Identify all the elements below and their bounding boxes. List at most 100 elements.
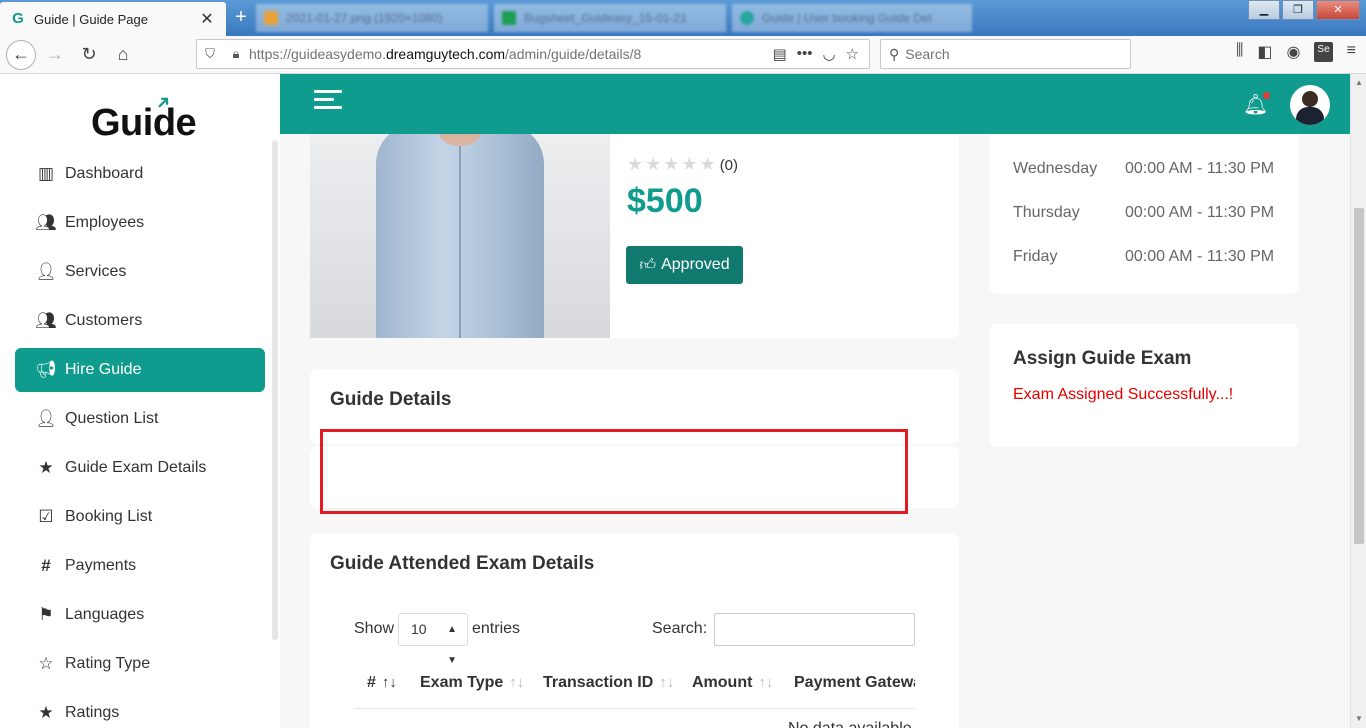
sort-icon: ↑↓ — [509, 674, 525, 691]
site-favicon-icon: G — [12, 10, 24, 27]
menu-icon[interactable]: ≡ — [1347, 42, 1356, 62]
user-tie-icon: 👤︎ — [35, 262, 57, 281]
approved-button[interactable]: 👍︎ Approved — [626, 246, 743, 284]
close-window-button[interactable]: ✕ — [1316, 0, 1360, 20]
users-icon: 👥︎ — [35, 213, 57, 232]
selenium-extension-icon[interactable]: Se — [1314, 42, 1333, 62]
new-tab-button[interactable]: + — [230, 6, 252, 28]
home-button[interactable]: ⌂ — [108, 40, 138, 70]
empty-table-message: No data available — [788, 720, 912, 728]
search-icon: ⚲ — [889, 45, 900, 62]
forward-button[interactable]: → — [40, 40, 70, 70]
scroll-down-icon[interactable]: ▼ — [1355, 714, 1363, 723]
sidebar-item-booking-list[interactable]: ☑ Booking List — [15, 495, 265, 539]
avatar[interactable] — [1290, 85, 1330, 125]
scroll-up-icon[interactable]: ▲ — [1355, 78, 1363, 87]
user-icon: 👤︎ — [35, 409, 57, 428]
show-label: Show — [354, 620, 395, 637]
sidebar-item-rating-type[interactable]: ☆ Rating Type — [15, 642, 265, 686]
url-text[interactable]: https://guideasydemo.dreamguytech.com/ad… — [249, 46, 773, 62]
users-icon: 👥︎ — [35, 311, 57, 330]
tab-title: Guide | Guide Page — [34, 11, 148, 27]
flag-icon: ⚑ — [38, 605, 54, 624]
close-tab-icon[interactable]: ✕ — [198, 9, 216, 29]
lock-icon[interactable]: 🔒︎ — [223, 46, 249, 62]
sort-icon: ↑↓ — [659, 674, 675, 691]
table-search-input[interactable] — [714, 613, 915, 646]
select-caret-icon: ▲ ▼ — [447, 624, 457, 666]
tab-favicon-icon — [740, 11, 754, 25]
account-icon[interactable]: ◉ — [1286, 42, 1300, 62]
minimize-button[interactable]: ▁ — [1248, 0, 1280, 20]
sidebar-item-payments[interactable]: # Payments — [15, 544, 265, 588]
sidebar-item-ratings[interactable]: ★ Ratings — [15, 691, 265, 728]
library-icon[interactable]: ⫼ — [1236, 42, 1243, 62]
column-header-payment-gateway[interactable]: Payment Gatewa — [794, 674, 915, 692]
sort-icon: ↑↓ — [381, 674, 397, 691]
sidebar-item-hire-guide[interactable]: 📢︎ Hire Guide — [15, 348, 265, 392]
sidebar-item-guide-exam-details[interactable]: ★ Guide Exam Details — [15, 446, 265, 490]
reader-view-icon[interactable]: ▤ — [773, 45, 787, 63]
back-button[interactable]: ← — [6, 39, 36, 70]
sidebar-item-dashboard[interactable]: ▥ Dashboard — [15, 152, 265, 196]
search-placeholder: Search — [905, 46, 950, 62]
entries-label: entries — [472, 620, 521, 637]
rating-stars: ★★★★★ (0) — [627, 154, 739, 174]
browser-tab-active[interactable]: G Guide | Guide Page ✕ — [0, 2, 226, 36]
sidebar-toggle-icon[interactable]: ◧ — [1257, 42, 1272, 62]
guide-price: $500 — [627, 182, 703, 220]
notification-dot — [1263, 92, 1271, 99]
tab-favicon-icon — [264, 11, 278, 25]
header-bar: 🔔︎ — [280, 74, 1366, 134]
page-scrollbar[interactable]: ▲ ▼ — [1350, 74, 1366, 728]
assign-exam-title: Assign Guide Exam — [1013, 348, 1192, 369]
thumbs-up-icon: 👍︎ — [639, 256, 657, 274]
menu-toggle-icon[interactable] — [314, 90, 342, 116]
columns-icon: ▥ — [37, 164, 55, 183]
column-header-exam-type[interactable]: Exam Type ↑↓ — [420, 674, 524, 692]
rating-count: (0) — [719, 157, 739, 174]
schedule-row: Friday 00:00 AM - 11:30 PM — [1013, 248, 1275, 265]
sort-icon: ↑↓ — [758, 674, 774, 691]
calendar-check-icon: ☑ — [38, 507, 54, 526]
attended-exams-title: Guide Attended Exam Details — [330, 553, 595, 574]
page-viewport: Guide ➜ ▥ Dashboard 👥︎ Employees 👤︎ Serv… — [0, 74, 1366, 728]
success-message: Exam Assigned Successfully...! — [1013, 386, 1234, 403]
bookmark-star-icon[interactable]: ☆ — [846, 45, 859, 63]
star-half-icon: ☆ — [38, 654, 54, 673]
highlight-box — [320, 429, 908, 514]
guide-logo[interactable]: Guide — [91, 102, 197, 145]
browser-tab-1[interactable]: 2021-01-27.png (1920×1080) — [256, 4, 488, 32]
column-header-index[interactable]: # ↑↓ — [367, 674, 397, 692]
sidebar-item-customers[interactable]: 👥︎ Customers — [15, 299, 265, 343]
sidebar-item-languages[interactable]: ⚑ Languages — [15, 593, 265, 637]
notification-bell-icon[interactable]: 🔔︎ — [1243, 92, 1271, 117]
search-bar[interactable]: ⚲ Search — [880, 39, 1131, 69]
sidebar-item-employees[interactable]: 👥︎ Employees — [15, 201, 265, 245]
sidebar-scrollbar[interactable] — [272, 140, 278, 640]
hashtag-icon: # — [41, 556, 51, 575]
page-actions-icon[interactable]: ••• — [797, 45, 813, 63]
sidebar-item-question-list[interactable]: 👤︎ Question List — [15, 397, 265, 441]
browser-nav-bar: ← → ↻ ⌂ ⛉ 🔒︎ https://guideasydemo.dreamg… — [0, 36, 1366, 74]
maximize-button[interactable]: ❐ — [1282, 0, 1314, 20]
sidebar-item-services[interactable]: 👤︎ Services — [15, 250, 265, 294]
entries-select[interactable]: 10 ▲ ▼ — [398, 613, 468, 666]
tracking-shield-icon[interactable]: ⛉ — [197, 46, 223, 62]
scrollbar-thumb[interactable] — [1354, 208, 1364, 544]
address-bar[interactable]: ⛉ 🔒︎ https://guideasydemo.dreamguytech.c… — [196, 39, 870, 69]
browser-tab-2[interactable]: Bugsheet_Guideasy_15-01-21 — [494, 4, 726, 32]
megaphone-icon: 📢︎ — [35, 360, 57, 379]
search-label: Search: — [652, 620, 708, 637]
reload-button[interactable]: ↻ — [74, 40, 104, 70]
browser-tab-3[interactable]: Guide | User booking Guide Det — [732, 4, 972, 32]
schedule-row: Thursday 00:00 AM - 11:30 PM — [1013, 204, 1275, 221]
column-header-transaction-id[interactable]: Transaction ID ↑↓ — [543, 674, 674, 692]
guide-details-title: Guide Details — [330, 389, 452, 410]
pocket-icon[interactable]: ◡ — [822, 45, 835, 63]
column-header-amount[interactable]: Amount ↑↓ — [692, 674, 773, 692]
star-icon: ★ — [38, 458, 54, 477]
toolbar-right: ⫼ ◧ ◉ Se ≡ — [1236, 42, 1356, 62]
star-icon: ★ — [38, 703, 54, 722]
browser-tab-bar: G Guide | Guide Page ✕ + 2021-01-27.png … — [0, 0, 1366, 36]
